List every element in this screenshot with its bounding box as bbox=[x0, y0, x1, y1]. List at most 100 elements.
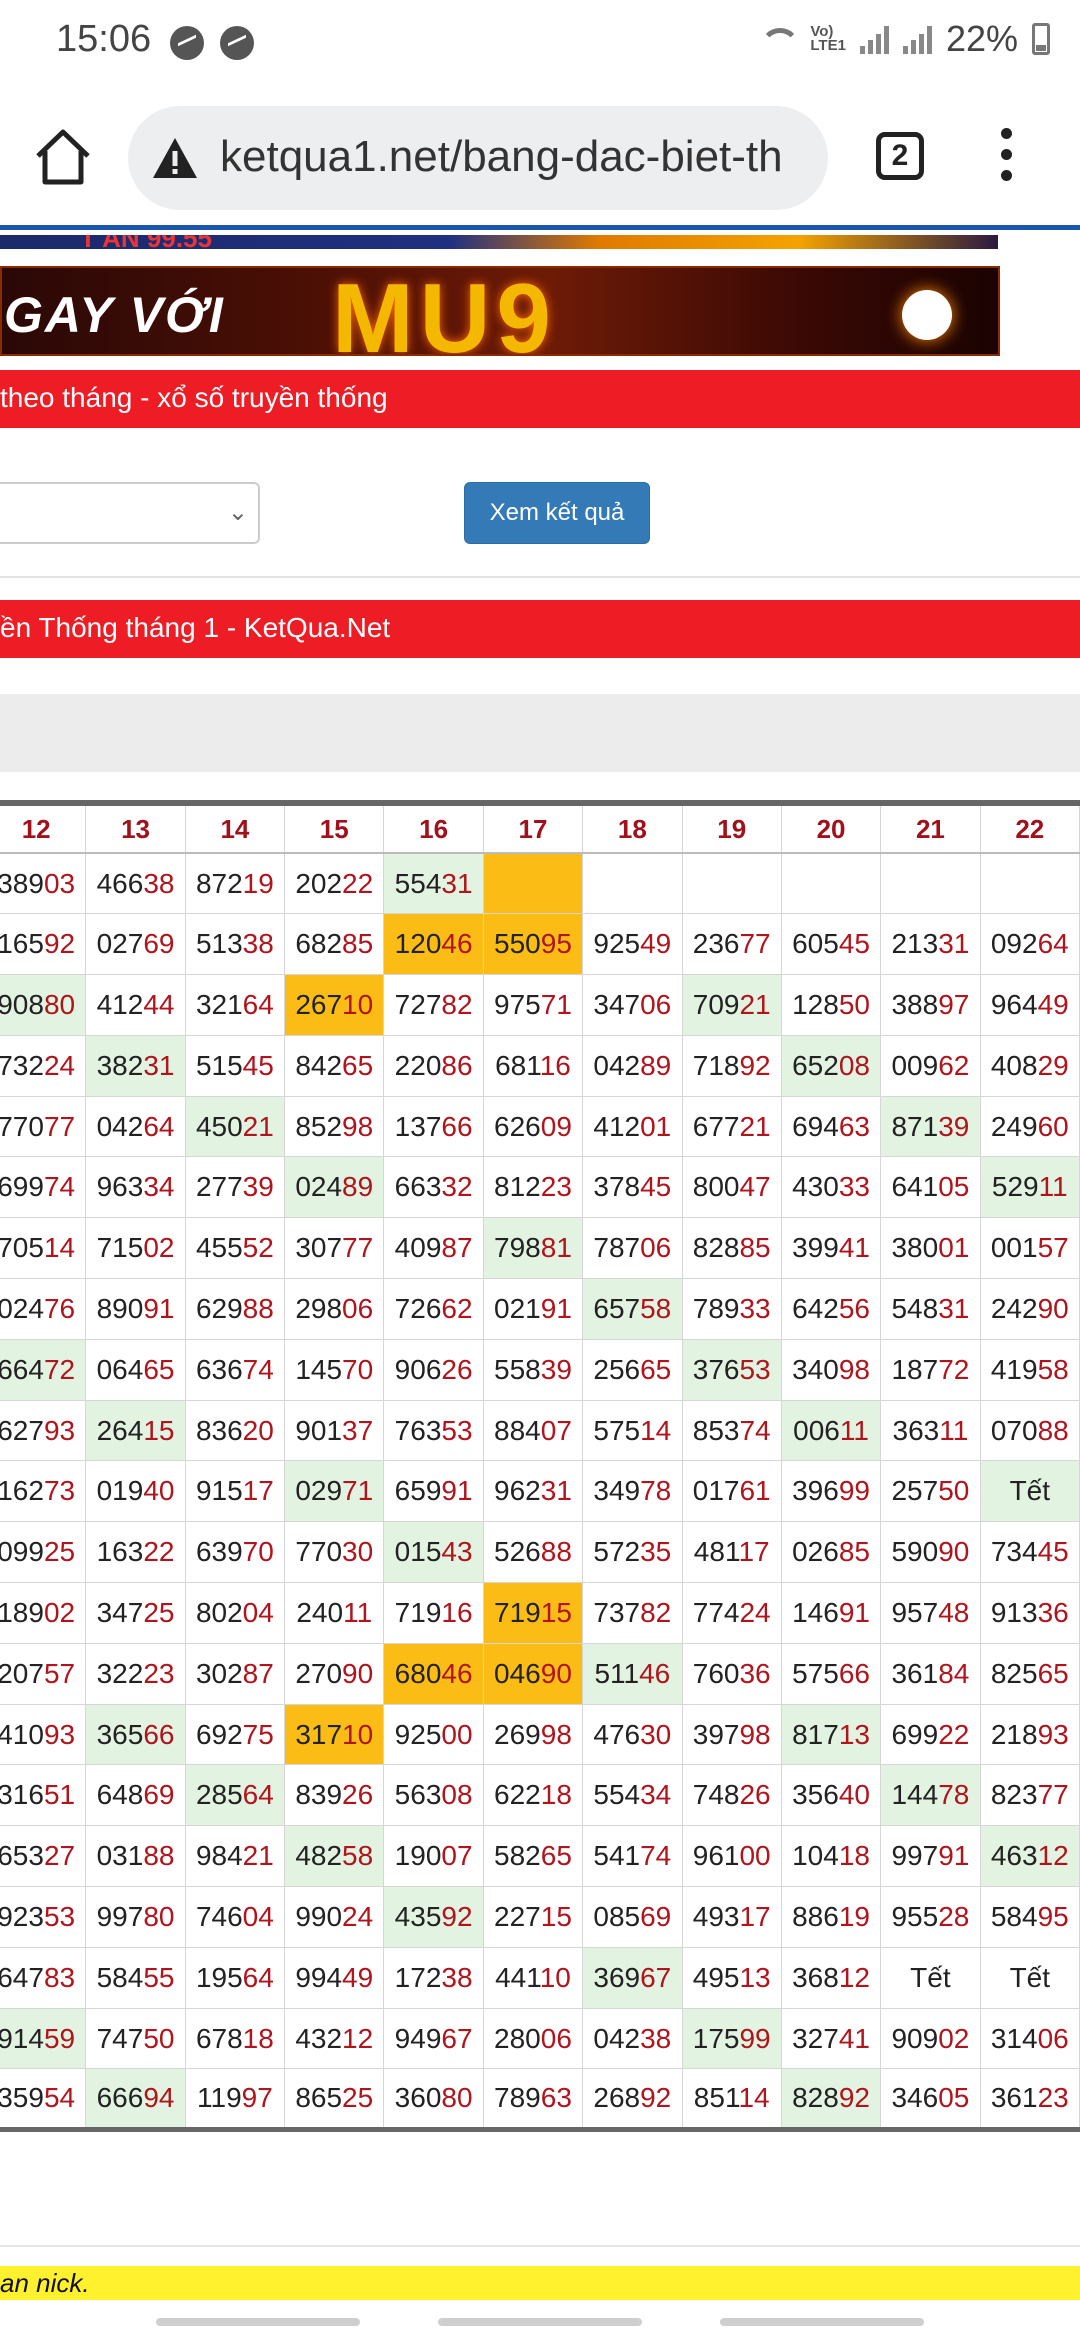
result-cell: 65327 bbox=[0, 1825, 87, 1888]
divider-bottom bbox=[0, 2245, 1080, 2247]
number-tail: 67 bbox=[640, 1961, 672, 1993]
table-row: 64783 58455 19564 99449 17238 44110 36967 49513… bbox=[0, 1946, 1080, 2009]
number-tail: 11 bbox=[343, 1596, 373, 1628]
number-head: 104 bbox=[792, 1840, 839, 1872]
number-tail: 02 bbox=[143, 1232, 175, 1264]
result-cell: 54831 bbox=[880, 1278, 981, 1340]
view-results-button[interactable]: Xem kết quả bbox=[464, 482, 650, 544]
warning-icon[interactable] bbox=[150, 134, 200, 184]
result-cell: 02489 bbox=[284, 1156, 385, 1219]
number-head: 955 bbox=[891, 1900, 939, 1932]
number-head: 409 bbox=[394, 1232, 442, 1264]
number-tail: 71 bbox=[540, 988, 572, 1020]
number-tail: 98 bbox=[540, 1718, 572, 1750]
ad-banner-top[interactable]: T AN 99.55 bbox=[0, 235, 998, 249]
result-cell: 06465 bbox=[85, 1338, 186, 1401]
number-tail: 70 bbox=[242, 1536, 274, 1568]
number-head: 590 bbox=[891, 1536, 939, 1568]
nav-handle-left[interactable] bbox=[156, 2318, 360, 2326]
result-cell: 70921 bbox=[681, 974, 782, 1036]
number-tail: 75 bbox=[242, 1718, 274, 1750]
number-tail: 22 bbox=[938, 1718, 970, 1750]
result-cell: 17599 bbox=[681, 2007, 782, 2070]
number-tail: 28 bbox=[938, 1900, 970, 1932]
result-cell: 77030 bbox=[284, 1521, 385, 1584]
ad-banner-mu9[interactable]: GAY VỚI MU9 bbox=[0, 266, 1000, 356]
number-head: 317 bbox=[295, 1718, 343, 1750]
number-head: 298 bbox=[295, 1292, 343, 1324]
result-cell: 66332 bbox=[383, 1156, 484, 1219]
number-tail: 49 bbox=[640, 928, 672, 960]
result-cell: 64105 bbox=[880, 1156, 981, 1219]
result-cell: 69922 bbox=[880, 1703, 981, 1766]
nav-handle-right[interactable] bbox=[720, 2318, 924, 2326]
number-head: 511 bbox=[594, 1657, 640, 1689]
number-tail: 17 bbox=[242, 1475, 274, 1507]
overflow-menu-icon[interactable] bbox=[996, 128, 1016, 188]
result-cell: 73445 bbox=[979, 1521, 1080, 1584]
result-cell: 26892 bbox=[582, 2068, 683, 2131]
number-head: 513 bbox=[195, 928, 243, 960]
result-cell: 67721 bbox=[681, 1095, 782, 1158]
number-head: 397 bbox=[692, 1718, 740, 1750]
result-cell: 69974 bbox=[0, 1156, 87, 1219]
number-head: 017 bbox=[692, 1475, 740, 1507]
number-head: 884 bbox=[494, 1414, 541, 1446]
number-head: 389 bbox=[0, 867, 44, 899]
tab-switcher-button[interactable]: 2 bbox=[876, 132, 924, 180]
result-cell: 62988 bbox=[184, 1278, 286, 1340]
number-tail: 77 bbox=[342, 1232, 374, 1264]
number-tail: 88 bbox=[242, 1292, 274, 1324]
number-head: 639 bbox=[195, 1536, 243, 1568]
number-head: 657 bbox=[593, 1292, 641, 1324]
result-cell: 88619 bbox=[780, 1886, 882, 1948]
number-head: 001 bbox=[990, 1232, 1038, 1264]
nav-handle-center[interactable] bbox=[438, 2318, 642, 2326]
number-head: 529 bbox=[991, 1171, 1039, 1203]
number-tail: 06 bbox=[640, 1232, 672, 1264]
number-tail: 35 bbox=[640, 1536, 672, 1568]
result-cell: 38903 bbox=[0, 852, 87, 915]
result-cell: 51545 bbox=[184, 1034, 286, 1097]
number-tail: 06 bbox=[1037, 2022, 1069, 2054]
number-head: 760 bbox=[692, 1657, 740, 1689]
address-bar[interactable]: ketqua1.net/bang-dac-biet-th bbox=[128, 106, 828, 210]
number-tail: 85 bbox=[739, 1232, 771, 1264]
number-head: 146 bbox=[792, 1596, 839, 1628]
number-head: 455 bbox=[195, 1232, 243, 1264]
number-head: 227 bbox=[494, 1900, 541, 1932]
result-cell: 01543 bbox=[383, 1521, 484, 1584]
number-tail: 98 bbox=[739, 1718, 771, 1750]
number-head: 195 bbox=[195, 1961, 243, 1993]
number-head: 572 bbox=[593, 1536, 641, 1568]
number-head: 327 bbox=[792, 2022, 839, 2054]
home-button[interactable] bbox=[30, 124, 96, 190]
number-tail: 38 bbox=[441, 1961, 473, 1993]
result-cell: 68285 bbox=[284, 913, 385, 976]
column-header: 18 bbox=[582, 802, 683, 854]
result-cell: 74604 bbox=[184, 1886, 286, 1948]
result-cell: 51338 bbox=[184, 913, 286, 976]
number-head: 268 bbox=[593, 2082, 641, 2114]
number-head: 584 bbox=[990, 1900, 1038, 1932]
number-tail: 01 bbox=[640, 1110, 672, 1142]
number-head: 962 bbox=[494, 1475, 541, 1507]
number-head: 678 bbox=[195, 2022, 243, 2054]
number-head: 064 bbox=[96, 1353, 144, 1385]
number-head: 432 bbox=[295, 2022, 343, 2054]
url-text[interactable]: ketqua1.net/bang-dac-biet-th bbox=[220, 132, 783, 182]
number-tail: 06 bbox=[640, 988, 672, 1020]
number-tail: 53 bbox=[43, 1900, 76, 1932]
result-cell: 71916 bbox=[383, 1582, 484, 1644]
number-tail: 40 bbox=[143, 1475, 175, 1507]
number-tail: 31 bbox=[441, 867, 473, 899]
number-head: 727 bbox=[394, 988, 442, 1020]
result-cell: 46638 bbox=[85, 852, 186, 915]
number-head: 015 bbox=[394, 1536, 442, 1568]
number-head: 872 bbox=[195, 867, 243, 899]
number-head: 495 bbox=[692, 1961, 740, 1993]
result-cell: 55431 bbox=[383, 852, 484, 915]
month-select[interactable]: ⌄ bbox=[0, 482, 260, 544]
result-cell bbox=[880, 852, 981, 915]
result-cell: 41958 bbox=[979, 1338, 1080, 1401]
